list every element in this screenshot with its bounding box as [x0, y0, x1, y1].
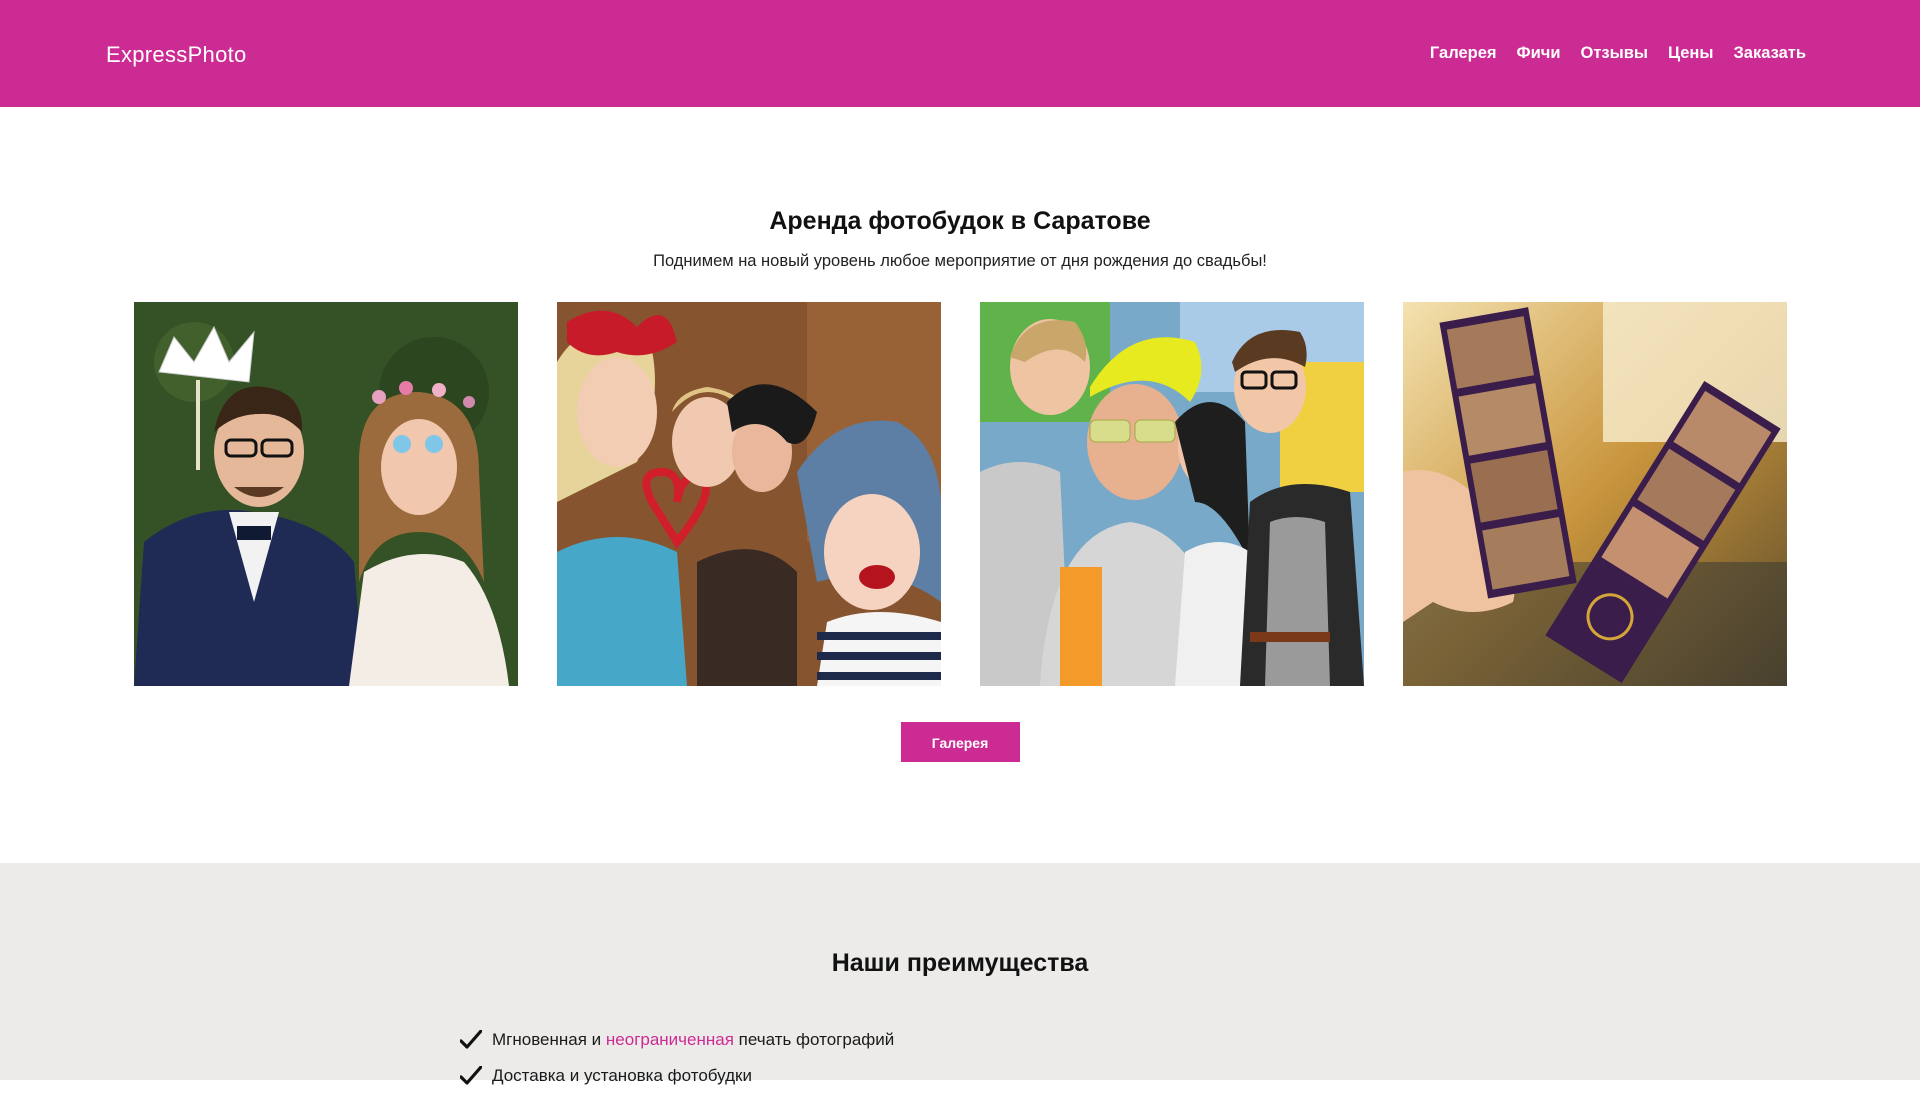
feature-text: Доставка и установка фотобудки	[492, 1066, 752, 1085]
friends-group-photo[interactable]	[980, 302, 1364, 686]
check-icon	[460, 1066, 482, 1085]
feature-text: Мгновенная и неограниченная печать фотог…	[492, 1030, 895, 1049]
check-icon	[460, 1030, 482, 1049]
wedding-couple-image	[134, 302, 518, 686]
party-girls-photo[interactable]	[557, 302, 941, 686]
features-title: Наши преимущества	[831, 949, 1089, 977]
nav-item-prices[interactable]: Цены	[1668, 44, 1714, 63]
feature-highlight: неограниченная	[605, 1030, 734, 1049]
hero-title: Аренда фотобудок в Саратове	[769, 207, 1151, 235]
nav-item-reviews[interactable]: Отзывы	[1581, 44, 1648, 63]
wedding-couple-photo[interactable]	[134, 302, 518, 686]
feature-item: Мгновенная и неограниченная печать фотог…	[460, 1022, 1920, 1058]
nav-item-gallery[interactable]: Галерея	[1430, 44, 1497, 63]
photo-gallery	[134, 302, 1787, 686]
party-girls-image	[557, 302, 941, 686]
features-section: Наши преимущества Мгновенная и неогранич…	[0, 863, 1920, 1085]
top-navbar: ExpressPhoto Галерея Фичи Отзывы Цены За…	[0, 0, 1920, 107]
feature-item: Доставка и установка фотобудки	[460, 1058, 1920, 1094]
features-list: Мгновенная и неограниченная печать фотог…	[460, 1022, 1920, 1094]
hero-section: Аренда фотобудок в Саратове Поднимем на …	[0, 107, 1920, 863]
gallery-button[interactable]: Галерея	[900, 722, 1020, 762]
photo-strips-photo[interactable]	[1403, 302, 1787, 686]
photo-strips-image	[1403, 302, 1787, 686]
nav-item-order[interactable]: Заказать	[1733, 44, 1806, 63]
hero-subtitle: Поднимем на новый уровень любое мероприя…	[653, 252, 1267, 270]
friends-group-image	[980, 302, 1364, 686]
cta-wrapper: Галерея	[0, 722, 1920, 762]
main-nav: Галерея Фичи Отзывы Цены Заказать	[1430, 44, 1806, 63]
nav-item-features[interactable]: Фичи	[1517, 44, 1561, 63]
brand-logo[interactable]: ExpressPhoto	[106, 42, 247, 68]
